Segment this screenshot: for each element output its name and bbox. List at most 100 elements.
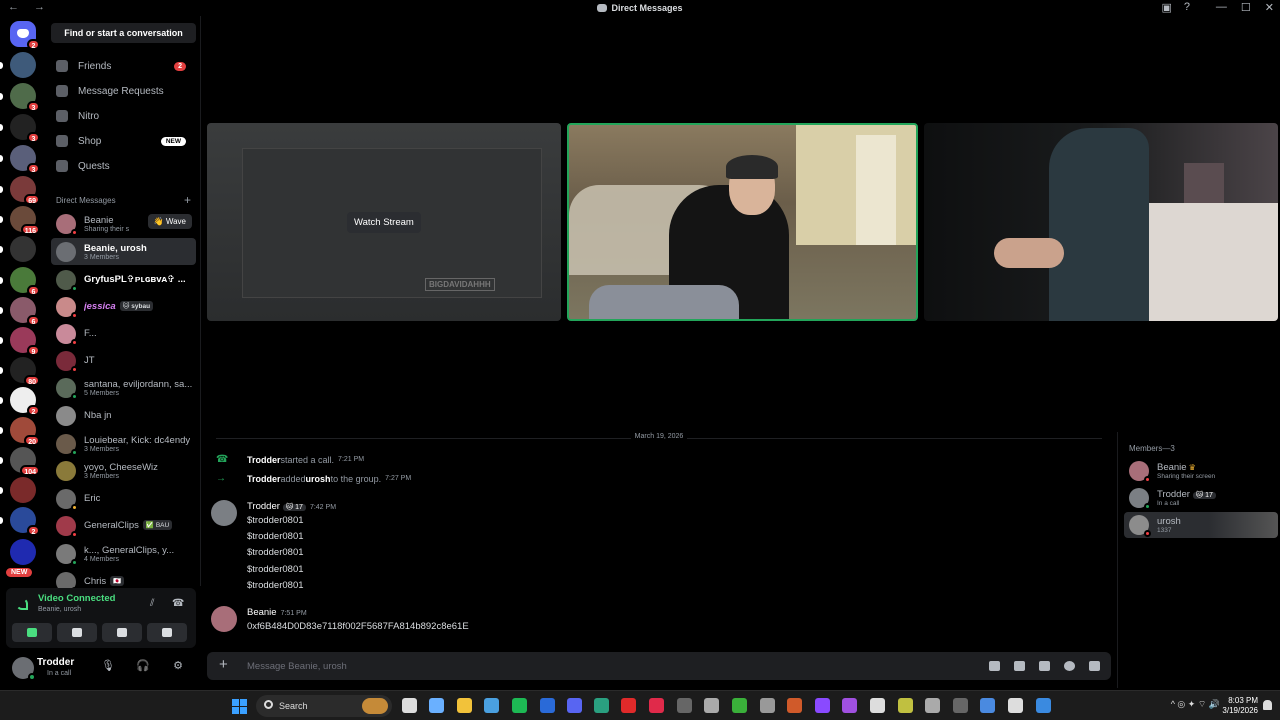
- nav-message-requests[interactable]: Message Requests: [51, 80, 196, 102]
- create-dm-button[interactable]: +: [184, 194, 191, 206]
- server-icon[interactable]: 20: [10, 417, 40, 446]
- taskbar-clock[interactable]: 8:03 PM 3/19/2026: [1222, 696, 1258, 716]
- nav-friends[interactable]: Friends 2: [51, 55, 196, 77]
- stream-tile-beanie[interactable]: Watch Stream BIGDAVIDAHHH: [207, 123, 561, 321]
- server-icon[interactable]: 3: [10, 114, 40, 143]
- app-icon[interactable]: [925, 698, 940, 713]
- dm-item[interactable]: Louiebear, Kick: dc4endy 3 Members: [51, 430, 196, 457]
- system-tray[interactable]: ^ ◎ ✦ ⌔ 🔊: [1171, 699, 1220, 710]
- app-icon[interactable]: [898, 698, 913, 713]
- server-icon[interactable]: 6: [10, 297, 40, 326]
- chrome-icon[interactable]: [484, 698, 499, 713]
- apps-icon[interactable]: [1089, 661, 1100, 671]
- photos-icon[interactable]: [429, 698, 444, 713]
- inbox-icon[interactable]: ▣: [1161, 1, 1171, 14]
- system-actor[interactable]: Trodder: [247, 474, 281, 484]
- avatar[interactable]: [12, 657, 36, 681]
- member-urosh[interactable]: urosh 1337: [1124, 512, 1278, 538]
- app-icon[interactable]: [870, 698, 885, 713]
- soundboard-button[interactable]: [147, 623, 187, 642]
- start-button[interactable]: [232, 699, 247, 714]
- app-icon[interactable]: [1036, 698, 1051, 713]
- message-composer[interactable]: + Message Beanie, urosh: [207, 652, 1111, 680]
- discord-taskbar-icon[interactable]: [567, 698, 582, 713]
- dm-item[interactable]: GeneralClips ✅ BAU: [51, 512, 196, 539]
- app-icon[interactable]: [815, 698, 830, 713]
- minecraft-icon[interactable]: [732, 698, 747, 713]
- dm-item[interactable]: GryfusPL✞ᴘʟɢʙᴠᴀ✞ ...: [51, 266, 196, 293]
- app-icon[interactable]: [760, 698, 775, 713]
- avatar[interactable]: [211, 500, 237, 526]
- message-author[interactable]: Trodder: [247, 501, 280, 512]
- app-icon[interactable]: [594, 698, 609, 713]
- dm-item[interactable]: JT: [51, 347, 196, 374]
- dm-item[interactable]: k..., GeneralClips, y... 4 Members: [51, 540, 196, 567]
- dm-item[interactable]: F...: [51, 320, 196, 347]
- server-icon[interactable]: 6: [10, 267, 40, 296]
- noise-suppression-icon[interactable]: ⫽: [150, 598, 162, 609]
- app-icon[interactable]: [704, 698, 719, 713]
- wave-button[interactable]: 👋 Wave: [147, 214, 192, 229]
- gear-icon[interactable]: ⚙: [172, 660, 184, 672]
- message-author[interactable]: Beanie: [247, 607, 277, 618]
- video-tile-trodder[interactable]: [567, 123, 918, 321]
- sticker-icon[interactable]: [1039, 661, 1050, 671]
- dm-item[interactable]: santana, eviljordann, sa... 5 Members: [51, 374, 196, 401]
- app-icon[interactable]: [787, 698, 802, 713]
- message-input[interactable]: Message Beanie, urosh: [247, 661, 347, 672]
- discord-home-button[interactable]: 2: [10, 21, 40, 50]
- headphones-icon[interactable]: 🎧: [136, 660, 150, 672]
- server-icon[interactable]: 104: [10, 447, 40, 476]
- member-beanie[interactable]: Beanie ♛ Sharing their screen: [1124, 458, 1278, 484]
- maximize-button[interactable]: ☐: [1241, 1, 1251, 14]
- microphone-icon[interactable]: 🎙: [101, 660, 115, 672]
- avatar[interactable]: [211, 606, 237, 632]
- server-icon[interactable]: [10, 236, 36, 262]
- dm-item[interactable]: Beanie Sharing their s 👋 Wave: [51, 210, 196, 237]
- watch-stream-button[interactable]: Watch Stream: [347, 212, 421, 233]
- app-icon[interactable]: [953, 698, 968, 713]
- system-actor[interactable]: Trodder: [247, 455, 281, 465]
- signal-icon[interactable]: [16, 598, 28, 610]
- activities-button[interactable]: [102, 623, 142, 642]
- file-explorer-icon[interactable]: [457, 698, 472, 713]
- minimize-button[interactable]: —: [1216, 1, 1227, 14]
- media-icon[interactable]: [649, 698, 664, 713]
- server-icon[interactable]: 2: [10, 507, 40, 536]
- server-icon[interactable]: 80: [10, 357, 40, 386]
- server-icon[interactable]: 116: [10, 206, 40, 235]
- new-servers-tag[interactable]: NEW: [6, 568, 33, 577]
- server-icon[interactable]: 69: [10, 176, 40, 205]
- server-icon[interactable]: 2: [10, 387, 40, 416]
- globe-icon[interactable]: [980, 698, 995, 713]
- dm-item[interactable]: jessica 🐱 sybau: [51, 293, 196, 320]
- attach-button[interactable]: +: [219, 657, 228, 673]
- gif-icon[interactable]: [1014, 661, 1025, 671]
- camera-button[interactable]: [12, 623, 52, 642]
- server-icon[interactable]: [10, 52, 36, 78]
- voice-status[interactable]: Video Connected: [38, 593, 115, 604]
- youtube-icon[interactable]: [621, 698, 636, 713]
- nav-shop[interactable]: Shop NEW: [51, 130, 196, 152]
- server-icon[interactable]: [10, 477, 36, 503]
- notification-icon[interactable]: [1263, 700, 1272, 710]
- app-icon[interactable]: [677, 698, 692, 713]
- close-button[interactable]: ✕: [1265, 1, 1274, 14]
- system-target[interactable]: urosh: [306, 474, 331, 484]
- taskbar-search[interactable]: Search: [256, 695, 392, 717]
- server-icon[interactable]: 3: [10, 83, 40, 112]
- dm-item[interactable]: Beanie, urosh 3 Members: [51, 238, 196, 265]
- help-icon[interactable]: ?: [1184, 1, 1190, 14]
- editor-icon[interactable]: [540, 698, 555, 713]
- app-icon[interactable]: [1008, 698, 1023, 713]
- video-tile-urosh[interactable]: [924, 123, 1278, 321]
- nav-nitro[interactable]: Nitro: [51, 105, 196, 127]
- dm-item[interactable]: Eric: [51, 485, 196, 512]
- gift-icon[interactable]: [989, 661, 1000, 671]
- disconnect-icon[interactable]: ☎: [172, 598, 184, 609]
- find-conversation-button[interactable]: Find or start a conversation: [51, 23, 196, 43]
- dm-item[interactable]: Nba jn: [51, 402, 196, 429]
- member-trodder[interactable]: Trodder 🐱 17 In a call: [1124, 485, 1278, 511]
- copilot-icon[interactable]: [402, 698, 417, 713]
- emoji-icon[interactable]: [1064, 661, 1075, 671]
